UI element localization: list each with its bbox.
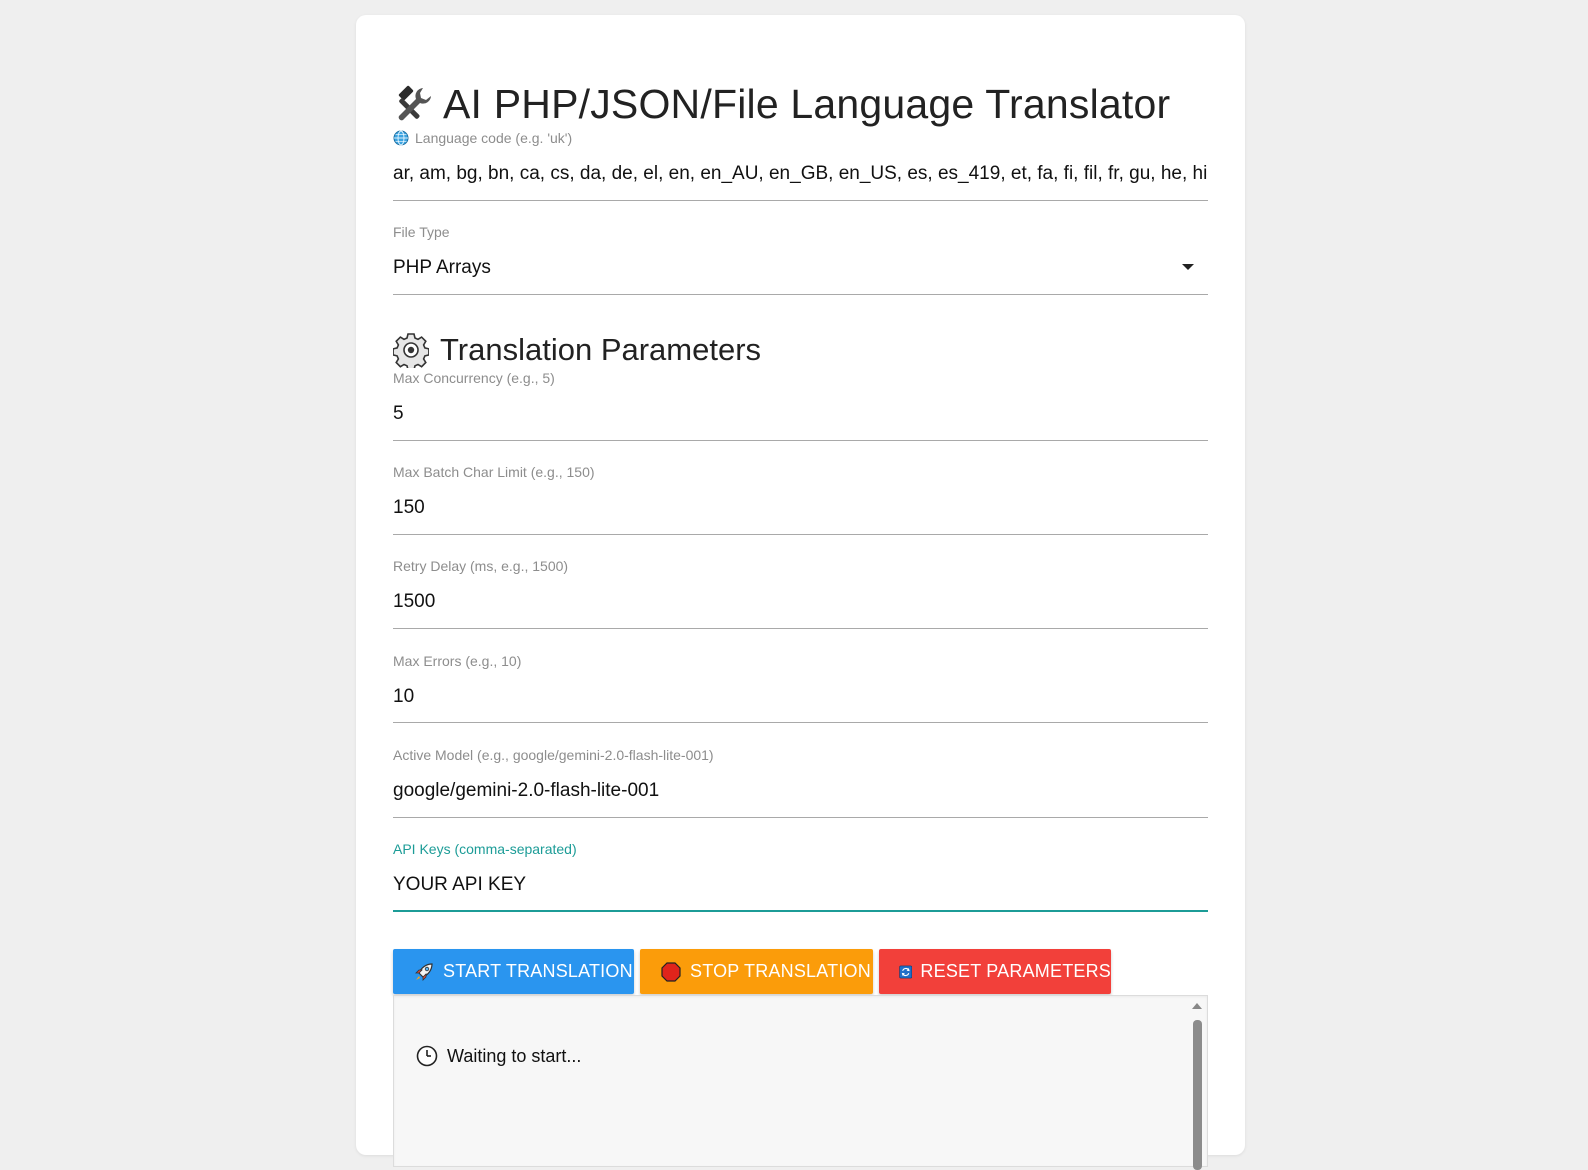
active-model-underline [393, 817, 1208, 818]
max-errors-underline [393, 722, 1208, 723]
start-translation-label: START TRANSLATION [443, 961, 633, 981]
hammer-wrench-icon [398, 85, 431, 121]
gear-icon [393, 333, 429, 368]
max-batch-char-limit-field[interactable]: Max Batch Char Limit (e.g., 150) 150 [393, 463, 1208, 535]
scroll-up-arrow-icon[interactable] [1192, 1003, 1202, 1009]
max-concurrency-label: Max Concurrency (e.g., 5) [393, 370, 555, 386]
max-batch-char-limit-input[interactable]: 150 [393, 495, 1208, 521]
max-concurrency-underline [393, 440, 1208, 441]
active-model-field[interactable]: Active Model (e.g., google/gemini-2.0-fl… [393, 746, 1208, 818]
language-code-label: Language code (e.g. 'uk') [415, 130, 573, 146]
file-type-label: File Type [393, 224, 450, 240]
max-errors-field[interactable]: Max Errors (e.g., 10) 10 [393, 652, 1208, 723]
max-batch-char-limit-underline [393, 534, 1208, 535]
active-model-input[interactable]: google/gemini-2.0-flash-lite-001 [393, 778, 1208, 804]
language-code-field[interactable]: Language code (e.g. 'uk') ar, am, bg, bn… [393, 129, 1208, 201]
file-type-underline [393, 294, 1208, 295]
refresh-icon [899, 965, 913, 978]
stop-translation-button[interactable]: STOP TRANSLATION [640, 949, 873, 994]
globe-icon [393, 130, 409, 146]
reset-parameters-label: RESET PARAMETERS [920, 961, 1111, 981]
max-errors-label: Max Errors (e.g., 10) [393, 653, 522, 669]
start-translation-button[interactable]: START TRANSLATION [393, 949, 634, 994]
page-header: AI PHP/JSON/File Language Translator [393, 79, 1170, 129]
active-model-label: Active Model (e.g., google/gemini-2.0-fl… [393, 747, 714, 763]
main-card: AI PHP/JSON/File Language Translator Lan… [356, 15, 1245, 1170]
section-title: Translation Parameters [440, 332, 762, 367]
language-code-input[interactable]: ar, am, bg, bn, ca, cs, da, de, el, en, … [393, 161, 1208, 187]
api-keys-input[interactable]: YOUR API KEY [393, 872, 1208, 898]
file-type-selected[interactable]: PHP Arrays [393, 255, 1208, 281]
api-keys-label: API Keys (comma-separated) [393, 841, 577, 857]
rocket-icon [415, 962, 433, 981]
api-keys-field[interactable]: API Keys (comma-separated) YOUR API KEY [393, 840, 1208, 912]
max-batch-char-limit-label: Max Batch Char Limit (e.g., 150) [393, 464, 595, 480]
translation-parameters-heading: Translation Parameters [393, 330, 761, 370]
max-errors-input[interactable]: 10 [393, 684, 1208, 710]
page-title: AI PHP/JSON/File Language Translator [443, 80, 1171, 127]
log-output-panel[interactable]: Waiting to start... [393, 995, 1208, 1170]
retry-delay-underline [393, 628, 1208, 629]
reset-parameters-button[interactable]: RESET PARAMETERS [879, 949, 1111, 994]
stop-sign-icon [661, 961, 681, 982]
file-type-select[interactable]: File Type PHP Arrays [393, 223, 1208, 295]
stop-translation-label: STOP TRANSLATION [690, 961, 871, 981]
retry-delay-label: Retry Delay (ms, e.g., 1500) [393, 558, 569, 574]
language-code-underline [393, 200, 1208, 201]
retry-delay-field[interactable]: Retry Delay (ms, e.g., 1500) 1500 [393, 557, 1208, 629]
log-scrollbar-thumb[interactable] [1193, 1020, 1202, 1170]
log-status-text: Waiting to start... [447, 1045, 582, 1066]
log-status: Waiting to start... [416, 1045, 581, 1067]
retry-delay-input[interactable]: 1500 [393, 589, 1208, 615]
max-concurrency-input[interactable]: 5 [393, 401, 1208, 427]
chevron-down-icon[interactable] [1182, 264, 1194, 270]
clock-icon [416, 1045, 438, 1067]
api-keys-underline [393, 910, 1208, 912]
max-concurrency-field[interactable]: Max Concurrency (e.g., 5) 5 [393, 369, 1208, 441]
